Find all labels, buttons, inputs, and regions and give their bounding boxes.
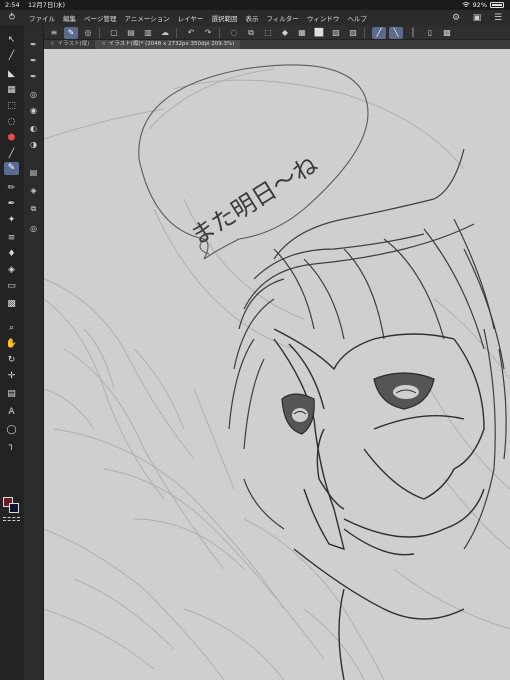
- menu-help[interactable]: ヘルプ: [347, 13, 367, 23]
- frame-border-icon[interactable]: ▤: [4, 388, 19, 401]
- wifi-icon: [461, 2, 470, 7]
- menu-window[interactable]: ウィンドウ: [307, 13, 340, 23]
- clip-studio-icon[interactable]: ⥁: [3, 13, 21, 23]
- cloud-icon[interactable]: ☁: [158, 27, 172, 39]
- companion-icon[interactable]: ▣: [471, 12, 483, 24]
- subtool-layers-icon[interactable]: ◈: [27, 184, 40, 197]
- menu-layer[interactable]: レイヤー: [178, 13, 204, 23]
- save-icon[interactable]: ▥: [141, 27, 155, 39]
- select-icon[interactable]: ⬚: [4, 100, 19, 113]
- eraser-icon[interactable]: ▭: [4, 280, 19, 293]
- hand-icon[interactable]: ✋: [4, 338, 19, 351]
- panel-icon[interactable]: ▩: [440, 27, 454, 39]
- battery-percent: 92%: [472, 1, 487, 9]
- tab-label: イラスト(縦)* (2048 x 2732px 350dpi 209.3%): [108, 41, 235, 47]
- new-file-icon[interactable]: ▢: [107, 27, 121, 39]
- stabilizer-icon[interactable]: ╱: [372, 26, 386, 39]
- fill-tool-icon[interactable]: ⬢: [4, 132, 19, 145]
- status-time: 2:54: [5, 1, 20, 9]
- select-all-icon[interactable]: ▦: [295, 27, 309, 39]
- pen-tool-icon[interactable]: ✎: [64, 26, 78, 39]
- open-file-icon[interactable]: ▤: [124, 27, 138, 39]
- eyedropper-icon[interactable]: ╱: [4, 148, 19, 161]
- sub-tool-palette: ✒ ✒ ✒ ◎ ◉ ◐ ◑ ▤ ◈ ⧉ ◎: [24, 26, 44, 680]
- subtool-copy-icon[interactable]: ⧉: [27, 202, 40, 215]
- pencil-icon[interactable]: ✏: [4, 182, 19, 195]
- clear-selection-icon[interactable]: ⬜: [312, 27, 326, 39]
- fill-icon[interactable]: ◆: [278, 27, 292, 39]
- tool-palette: ↖ ╱ ◣ ▦ ⬚ ◌ ⬢ ╱ ◯ ✎ ✏ ✒ ✦ ≡ ♦ ◈ ▭ ▩ ⌕ ✋ …: [0, 26, 24, 680]
- toolbar-separator: [219, 27, 220, 38]
- transparent-color-icon[interactable]: [3, 517, 20, 521]
- brush-icon[interactable]: ✒: [4, 198, 19, 211]
- toolbar-separator: [99, 27, 100, 38]
- zoom-selection-icon[interactable]: ▨: [346, 27, 360, 39]
- subtool-search-icon[interactable]: ◎: [27, 222, 40, 235]
- status-bar: 2:54 12月7日(水) 92%: [0, 0, 510, 10]
- menu-edit[interactable]: 編集: [63, 13, 76, 23]
- close-icon[interactable]: ×: [50, 40, 55, 49]
- help-icon[interactable]: ☰: [492, 12, 504, 24]
- blend-icon[interactable]: ♦: [4, 248, 19, 261]
- subtool-drop-icon[interactable]: ◐: [27, 122, 40, 135]
- menu-file[interactable]: ファイル: [29, 13, 55, 23]
- subtool-round-icon[interactable]: ◉: [27, 104, 40, 117]
- battery-icon: [490, 2, 504, 8]
- figure-icon[interactable]: ┐: [4, 440, 19, 453]
- rotate-icon[interactable]: ↻: [4, 354, 19, 367]
- subtool-gpen-icon[interactable]: ✒: [27, 70, 40, 83]
- sketch-drawing: また明日〜ね: [44, 64, 510, 680]
- menu-selection[interactable]: 選択範囲: [211, 13, 237, 23]
- settings-icon[interactable]: ⚙: [450, 12, 462, 24]
- command-bar: ≡ ✎ ◎ ▢ ▤ ▥ ☁ ↶ ↷ ◌ ⧉ ⬚ ◆ ▦ ⬜ ▧ ▨ ╱ ╲ │ …: [44, 26, 510, 40]
- tab-document-2[interactable]: × イラスト(縦)* (2048 x 2732px 350dpi 209.3%): [95, 40, 241, 49]
- toolbar-separator: [176, 27, 177, 38]
- decoration-icon[interactable]: ≡: [4, 232, 19, 245]
- zoom-icon[interactable]: ⌕: [4, 322, 19, 335]
- menu-animation[interactable]: アニメーション: [124, 13, 169, 23]
- device-icon[interactable]: ▯: [423, 27, 437, 39]
- operation-icon[interactable]: ◣: [4, 68, 19, 81]
- lasso-icon[interactable]: ◌: [227, 27, 241, 39]
- status-date: 12月7日(水): [28, 1, 65, 9]
- sub-color-swatch[interactable]: [9, 503, 19, 513]
- menu-bar: ⥁ ファイル 編集 ページ管理 アニメーション レイヤー 選択範囲 表示 フィル…: [0, 10, 510, 26]
- redo-icon[interactable]: ↷: [201, 27, 215, 39]
- status-right: 92%: [461, 0, 504, 10]
- pen-pressure-icon[interactable]: ╲: [389, 26, 403, 39]
- balloon-icon[interactable]: ◯: [4, 424, 19, 437]
- move-icon[interactable]: ↖: [4, 34, 19, 47]
- fill-bucket-icon[interactable]: ◈: [4, 264, 19, 277]
- ruler-tool-icon[interactable]: ╱: [4, 50, 19, 63]
- tab-label: イラスト(縦): [57, 41, 90, 47]
- subtool-pen-icon[interactable]: ✒: [27, 38, 40, 51]
- ruler-icon[interactable]: │: [406, 27, 420, 39]
- airbrush-icon[interactable]: ✦: [4, 214, 19, 227]
- menu-filter[interactable]: フィルター: [266, 13, 298, 23]
- menu-page[interactable]: ページ管理: [84, 13, 116, 23]
- crop-icon[interactable]: ⬚: [261, 27, 275, 39]
- menu-right-icons: ⚙ ▣ ☰: [450, 12, 504, 24]
- document-tabs: × イラスト(縦) × イラスト(縦)* (2048 x 2732px 350d…: [44, 40, 510, 49]
- menu-view[interactable]: 表示: [245, 13, 258, 23]
- close-icon[interactable]: ×: [101, 40, 106, 49]
- tab-document-1[interactable]: × イラスト(縦): [44, 40, 95, 49]
- transform-icon[interactable]: ⧉: [244, 27, 258, 39]
- lasso-tool-icon[interactable]: ◌: [4, 116, 19, 129]
- undo-icon[interactable]: ↶: [184, 27, 198, 39]
- toolbar-separator: [364, 27, 365, 38]
- frame-icon[interactable]: ▦: [4, 84, 19, 97]
- subtool-drop2-icon[interactable]: ◑: [27, 138, 40, 151]
- subtool-circle-icon[interactable]: ◎: [27, 88, 40, 101]
- subtool-calendar-icon[interactable]: ▤: [27, 166, 40, 179]
- move-layer-icon[interactable]: ✛: [4, 370, 19, 383]
- pen-tool-active-icon[interactable]: ✎: [4, 162, 19, 175]
- layer-icon[interactable]: ◎: [81, 27, 95, 39]
- gradient-icon[interactable]: ▩: [4, 298, 19, 311]
- drawing-canvas[interactable]: また明日〜ね: [44, 49, 510, 680]
- menu-hamburger-icon[interactable]: ≡: [47, 27, 61, 39]
- subtool-marker-icon[interactable]: ✒: [27, 54, 40, 67]
- text-icon[interactable]: A: [4, 406, 19, 419]
- invert-selection-icon[interactable]: ▧: [329, 27, 343, 39]
